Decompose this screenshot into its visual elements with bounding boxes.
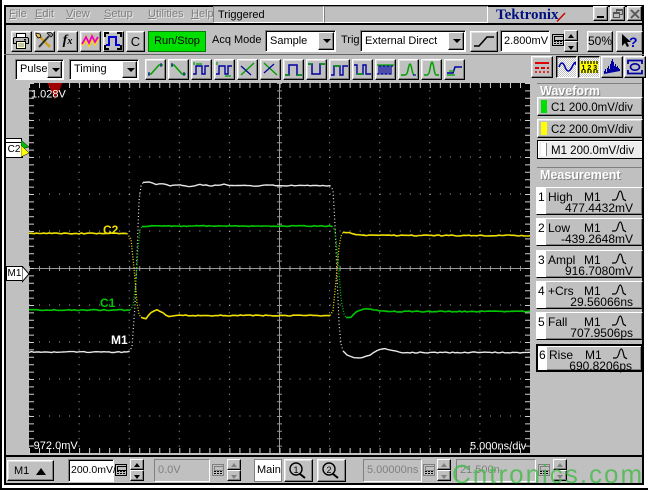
svg-text:123: 123 xyxy=(582,65,600,72)
svg-text:5.000ns/div: 5.000ns/div xyxy=(470,441,527,453)
svg-text:C2: C2 xyxy=(103,223,119,237)
svg-text:1.028V: 1.028V xyxy=(31,89,67,101)
svg-text:Tektronix: Tektronix xyxy=(496,7,559,22)
svg-text:-972.0mV: -972.0mV xyxy=(30,440,78,452)
svg-text:2: 2 xyxy=(327,465,332,475)
svg-text:M1: M1 xyxy=(111,333,128,347)
svg-text:1: 1 xyxy=(294,465,299,475)
svg-text:C1: C1 xyxy=(100,296,116,310)
svg-text:?: ? xyxy=(629,34,638,50)
